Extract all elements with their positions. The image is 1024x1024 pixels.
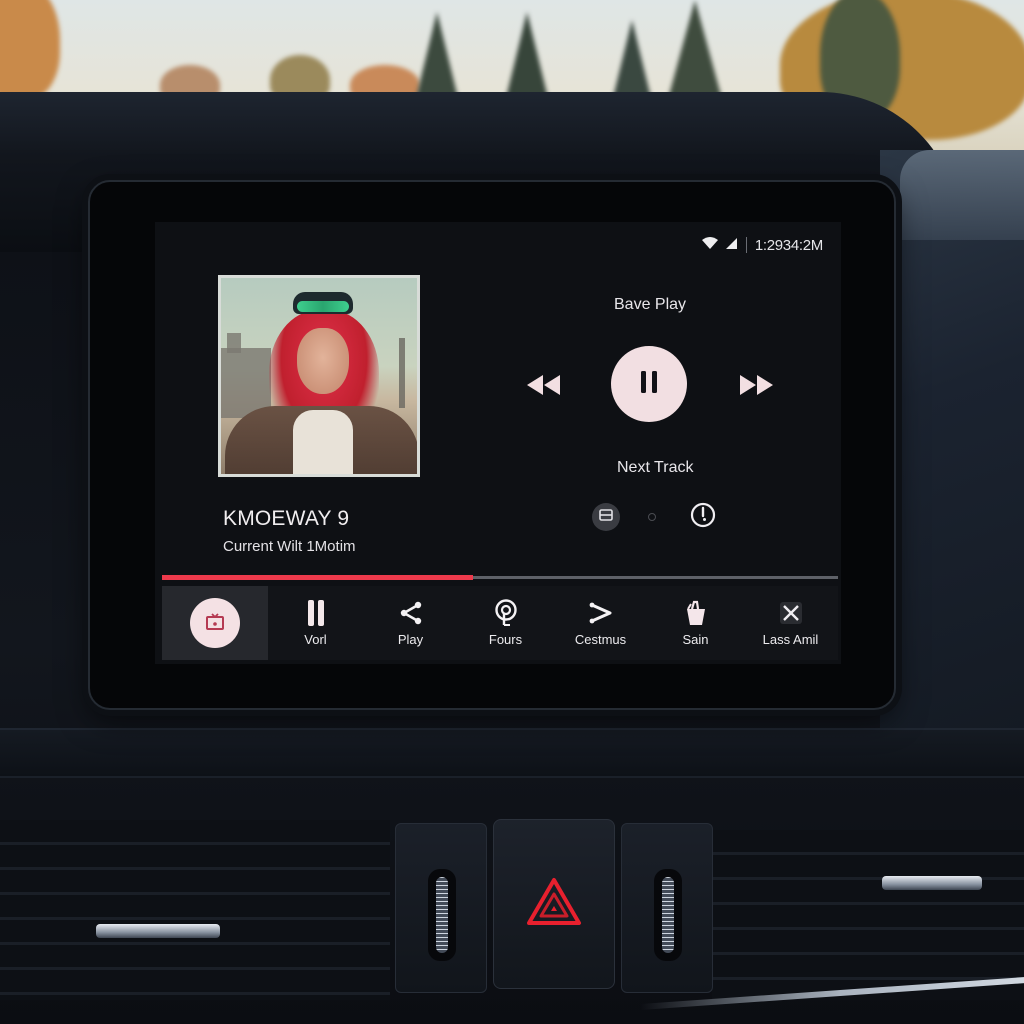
bag-icon <box>683 600 709 626</box>
power-timer-button[interactable] <box>689 502 717 533</box>
cellular-signal-icon <box>725 237 738 254</box>
rewind-icon <box>525 373 563 402</box>
bottom-nav-bar: Vorl Play Fours Cestmus Sain Lass Amil <box>162 586 838 660</box>
vent-thumb-wheel-left[interactable] <box>428 869 456 961</box>
track-title: KMOEWAY 9 <box>223 507 350 530</box>
progress-bar[interactable] <box>162 575 838 580</box>
dashboard-side-panel <box>880 150 1024 750</box>
tree <box>505 12 549 102</box>
status-bar: 1:2934:2M <box>701 234 823 256</box>
nav-label: Play <box>397 631 424 647</box>
nav-label: Cestmus <box>574 631 627 647</box>
nav-label: Fours <box>488 631 523 647</box>
hazard-triangle-icon <box>526 877 582 932</box>
nav-item-vorl[interactable]: Vorl <box>268 586 363 660</box>
air-vent-right <box>712 830 1024 1000</box>
close-icon <box>778 600 804 626</box>
power-timer-icon <box>690 502 716 533</box>
next-track-label[interactable]: Next Track <box>617 459 693 477</box>
tree <box>0 0 60 100</box>
vent-adjust-tab-left[interactable] <box>96 924 220 938</box>
dashboard-highlight <box>900 150 1024 240</box>
nav-item-sain[interactable]: Sain <box>648 586 743 660</box>
tree <box>415 12 459 102</box>
dashboard-trim <box>0 728 1024 778</box>
vent-wheel-housing-left <box>395 823 487 993</box>
nav-item-play[interactable]: Play <box>363 586 458 660</box>
vent-thumb-wheel-right[interactable] <box>654 869 682 961</box>
location-pin-icon <box>493 598 519 626</box>
play-pause-button[interactable] <box>611 346 687 422</box>
equalizer-icon <box>599 508 613 526</box>
progress-fill <box>162 575 473 580</box>
nav-item-fours[interactable]: Fours <box>458 586 553 660</box>
vent-adjust-tab-right[interactable] <box>882 876 982 890</box>
home-button-circle <box>190 598 240 648</box>
nav-label: Lass Amil <box>762 631 819 647</box>
previous-track-button[interactable] <box>523 372 565 402</box>
track-subtitle: Current Wilt 1Motim <box>223 538 356 555</box>
wifi-icon <box>701 236 719 254</box>
nav-label: Sain <box>682 631 709 647</box>
dot-indicator-icon <box>648 513 656 521</box>
vent-wheel-housing-right <box>621 823 713 993</box>
media-home-icon <box>205 612 225 634</box>
share-icon <box>398 600 424 626</box>
equalizer-button[interactable] <box>592 503 620 531</box>
nav-item-home[interactable] <box>162 586 268 660</box>
nav-item-cestmus[interactable]: Cestmus <box>553 586 648 660</box>
chevron-right-icon <box>588 600 614 626</box>
pause-icon <box>303 599 329 626</box>
nav-label: Vorl <box>304 631 327 647</box>
nav-item-lass-amil[interactable]: Lass Amil <box>743 586 838 660</box>
hazard-button[interactable] <box>493 819 615 989</box>
fast-forward-icon <box>737 373 775 402</box>
mode-label[interactable]: Bave Play <box>614 296 686 314</box>
infotainment-screen: 1:2934:2M KMOEWAY 9 Current Wilt 1Motim … <box>155 222 841 664</box>
status-divider <box>745 237 747 253</box>
center-console-controls <box>395 815 715 1005</box>
pause-icon <box>638 370 660 399</box>
album-art[interactable] <box>218 275 420 477</box>
next-track-button[interactable] <box>735 372 777 402</box>
air-vent-left <box>0 820 390 1000</box>
clock: 1:2934:2M <box>754 236 823 254</box>
